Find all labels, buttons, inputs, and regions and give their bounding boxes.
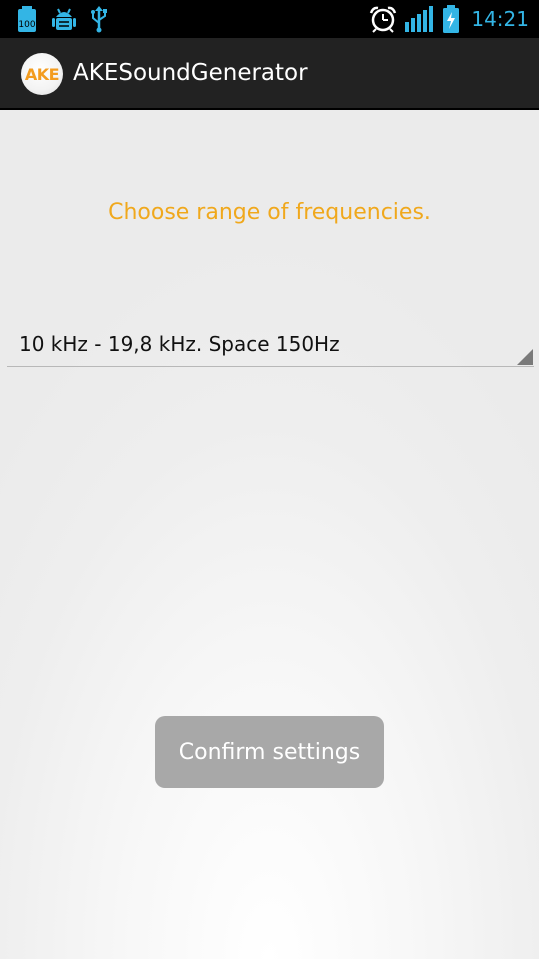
confirm-settings-button[interactable]: Confirm settings xyxy=(155,716,384,788)
battery-charging-icon xyxy=(440,5,462,33)
app-logo-text: AKE xyxy=(24,64,60,84)
usb-icon xyxy=(88,5,110,33)
battery-100-icon: 100 xyxy=(14,5,40,33)
app-title: AKESoundGenerator xyxy=(73,60,308,86)
signal-strength-icon xyxy=(404,5,434,33)
status-bar: 100 14:21 xyxy=(0,0,539,38)
dropdown-arrow-icon xyxy=(517,349,533,365)
frequency-range-selected-value: 10 kHz - 19,8 kHz. Space 150Hz xyxy=(19,332,340,356)
alarm-clock-icon xyxy=(368,5,398,33)
debug-android-icon xyxy=(50,5,78,33)
frequency-range-prompt: Choose range of frequencies. xyxy=(108,200,431,225)
svg-text:100: 100 xyxy=(18,20,35,30)
frequency-range-spinner[interactable]: 10 kHz - 19,8 kHz. Space 150Hz xyxy=(7,330,534,367)
action-bar: AKE AKESoundGenerator xyxy=(0,38,539,110)
app-logo-icon[interactable]: AKE xyxy=(21,53,63,95)
status-bar-clock: 14:21 xyxy=(471,7,529,31)
main-content: Choose range of frequencies. 10 kHz - 19… xyxy=(0,110,539,959)
